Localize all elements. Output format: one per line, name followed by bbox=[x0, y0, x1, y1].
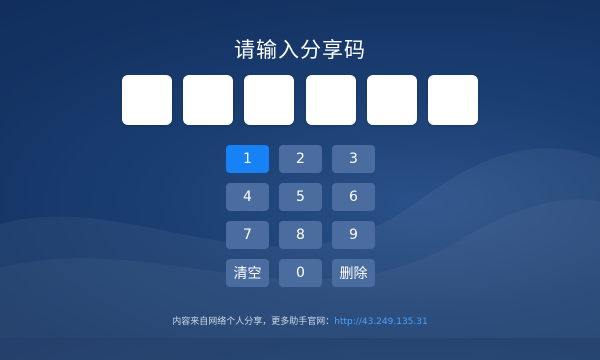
numeric-keypad: 1 2 3 4 5 6 7 8 9 清空 0 删除 bbox=[226, 145, 375, 287]
page-title: 请输入分享码 bbox=[234, 38, 366, 62]
delete-button[interactable]: 删除 bbox=[332, 259, 375, 287]
key-8-button[interactable]: 8 bbox=[279, 221, 322, 249]
key-5-button[interactable]: 5 bbox=[279, 183, 322, 211]
key-2-button[interactable]: 2 bbox=[279, 145, 322, 173]
key-6-button[interactable]: 6 bbox=[332, 183, 375, 211]
key-3-button[interactable]: 3 bbox=[332, 145, 375, 173]
key-4-button[interactable]: 4 bbox=[226, 183, 269, 211]
code-digit-box[interactable] bbox=[244, 75, 295, 125]
key-0-button[interactable]: 0 bbox=[279, 259, 322, 287]
key-7-button[interactable]: 7 bbox=[226, 221, 269, 249]
footer-text: 内容来自网络个人分享，更多助手官网： bbox=[172, 317, 335, 327]
key-1-button[interactable]: 1 bbox=[226, 145, 269, 173]
code-digit-box[interactable] bbox=[427, 75, 478, 125]
clear-button[interactable]: 清空 bbox=[226, 259, 269, 287]
code-digit-box[interactable] bbox=[183, 75, 234, 125]
code-digit-box[interactable] bbox=[305, 75, 356, 125]
code-digit-box[interactable] bbox=[366, 75, 417, 125]
code-digit-box[interactable] bbox=[122, 75, 172, 125]
footer-notice: 内容来自网络个人分享，更多助手官网：http://43.249.135.31 bbox=[0, 314, 600, 327]
share-code-input-row bbox=[122, 75, 478, 125]
key-9-button[interactable]: 9 bbox=[332, 221, 375, 249]
official-site-link[interactable]: http://43.249.135.31 bbox=[334, 317, 427, 327]
